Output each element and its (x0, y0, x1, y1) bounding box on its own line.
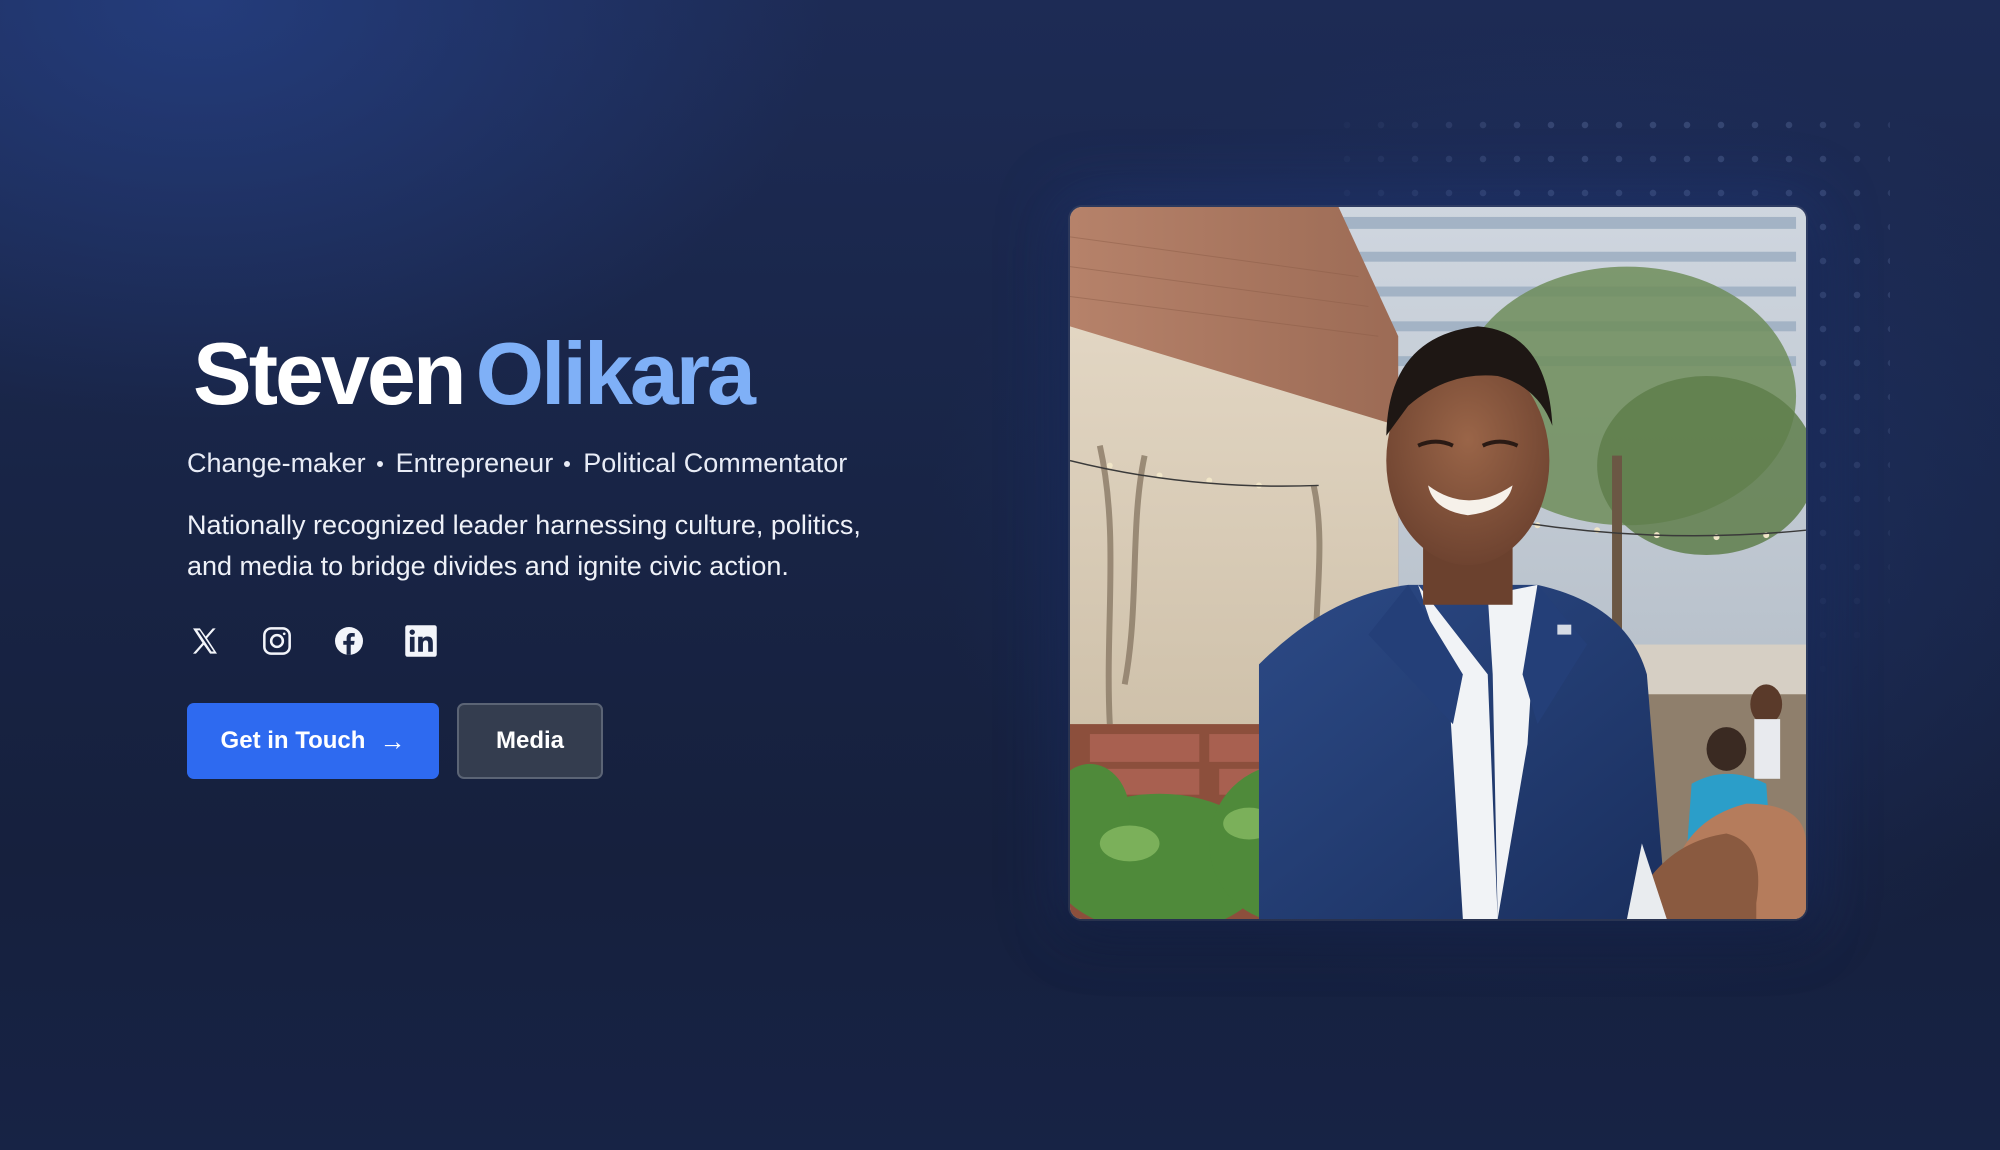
instagram-link[interactable] (259, 623, 295, 659)
x-link[interactable] (187, 623, 223, 659)
role-item: Entrepreneur (395, 448, 554, 478)
photo-illustration (1070, 207, 1806, 919)
role-item: Change-maker (187, 448, 366, 478)
x-icon (193, 628, 217, 654)
linkedin-icon (405, 625, 437, 657)
instagram-icon (263, 627, 291, 655)
social-links (187, 623, 907, 659)
hero-description: Nationally recognized leader harnessing … (187, 510, 861, 581)
media-label: Media (495, 727, 564, 754)
facebook-icon (335, 627, 363, 655)
hero-text-column: Steven Olikara Change-maker Entrepreneur … (187, 330, 907, 779)
facebook-link[interactable] (331, 623, 367, 659)
profile-photo (1068, 205, 1808, 921)
roles-list: Change-maker Entrepreneur Political Comm… (187, 448, 907, 479)
bullet-separator (564, 460, 571, 467)
arrow-right-icon: → (379, 725, 406, 756)
last-name: Olikara (475, 324, 756, 423)
hero-section: Steven Olikara Change-maker Entrepreneur … (0, 0, 2000, 1150)
media-button[interactable]: Media (457, 703, 603, 779)
first-name: Steven (193, 324, 467, 423)
hero-name-heading: Steven Olikara (193, 330, 907, 418)
get-in-touch-label: Get in Touch (220, 727, 366, 754)
linkedin-link[interactable] (403, 623, 439, 659)
get-in-touch-button[interactable]: Get in Touch → (187, 703, 439, 779)
hero-actions: Get in Touch → Media (187, 703, 907, 779)
bullet-separator (376, 460, 383, 467)
role-item: Political Commentator (583, 448, 848, 478)
